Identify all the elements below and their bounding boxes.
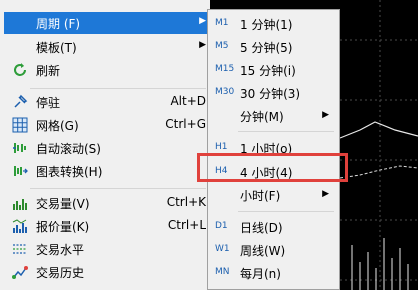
volume-icon [13, 199, 27, 210]
menu-item-autoscroll[interactable]: 自动滚动(S) [4, 137, 210, 159]
m30-badge-icon: M30 [215, 87, 235, 97]
menu-item-volume[interactable]: 交易量(V) Ctrl+K [4, 192, 210, 214]
trade-history-icon [12, 266, 28, 279]
mn-badge-icon: MN [215, 267, 230, 277]
autoscroll-icon [13, 143, 26, 153]
submenu-arrow-icon: ▶ [322, 189, 329, 199]
submenu-arrow-icon: ▶ [322, 110, 329, 120]
menu-item-template[interactable]: 模板(T) ▶ [4, 36, 210, 58]
m5-badge-icon: M5 [215, 41, 229, 51]
period-item-w1[interactable]: W1 周线(W) [210, 239, 337, 261]
chart-context-menu: 周期 (F) ▶ 模板(T) ▶ 刷新 停驻 Alt+D 网格(G) Ctrl+… [0, 0, 210, 290]
m1-badge-icon: M1 [215, 18, 229, 28]
menu-item-tick-volume[interactable]: 报价量(K) Ctrl+L [4, 215, 210, 237]
menu-divider [30, 88, 206, 89]
submenu-arrow-icon: ▶ [199, 16, 206, 26]
submenu-arrow-icon: ▶ [199, 40, 206, 50]
menu-divider [30, 188, 206, 189]
menu-item-trade-levels[interactable]: 交易水平 [4, 238, 210, 260]
h1-badge-icon: H1 [215, 142, 228, 152]
period-item-m1[interactable]: M1 1 分钟(1) [210, 13, 337, 35]
menu-item-trade-history[interactable]: 交易历史 [4, 261, 210, 283]
grid-icon [12, 117, 28, 133]
trade-levels-icon [13, 244, 27, 254]
refresh-icon [14, 63, 26, 76]
annotation-highlight-box [197, 153, 348, 182]
period-item-m30[interactable]: M30 30 分钟(3) [210, 82, 337, 104]
menu-item-chart-shift[interactable]: 图表转换(H) [4, 160, 210, 182]
chart-shift-icon [14, 166, 28, 176]
menu-item-period[interactable]: 周期 (F) ▶ [4, 12, 210, 34]
period-item-minutes-submenu[interactable]: 分钟(M) ▶ [210, 105, 337, 127]
period-item-m15[interactable]: M15 15 分钟(i) [210, 59, 337, 81]
period-item-m5[interactable]: M5 5 分钟(5) [210, 36, 337, 58]
d1-badge-icon: D1 [215, 221, 228, 231]
pin-icon [14, 94, 28, 108]
menu-item-grid[interactable]: 网格(G) Ctrl+G [4, 114, 210, 136]
menu-item-refresh[interactable]: 刷新 [4, 59, 210, 81]
period-item-hours-submenu[interactable]: 小时(F) ▶ [210, 184, 337, 206]
period-submenu: M1 1 分钟(1) M5 5 分钟(5) M15 15 分钟(i) M30 3… [207, 9, 340, 290]
period-item-d1[interactable]: D1 日线(D) [210, 216, 337, 238]
menu-divider [238, 211, 334, 212]
menu-item-dock[interactable]: 停驻 Alt+D [4, 91, 210, 113]
menu-divider [238, 131, 334, 132]
w1-badge-icon: W1 [215, 244, 230, 254]
period-item-mn[interactable]: MN 每月(n) [210, 262, 337, 284]
tick-volume-icon [12, 219, 27, 233]
m15-badge-icon: M15 [215, 64, 235, 74]
